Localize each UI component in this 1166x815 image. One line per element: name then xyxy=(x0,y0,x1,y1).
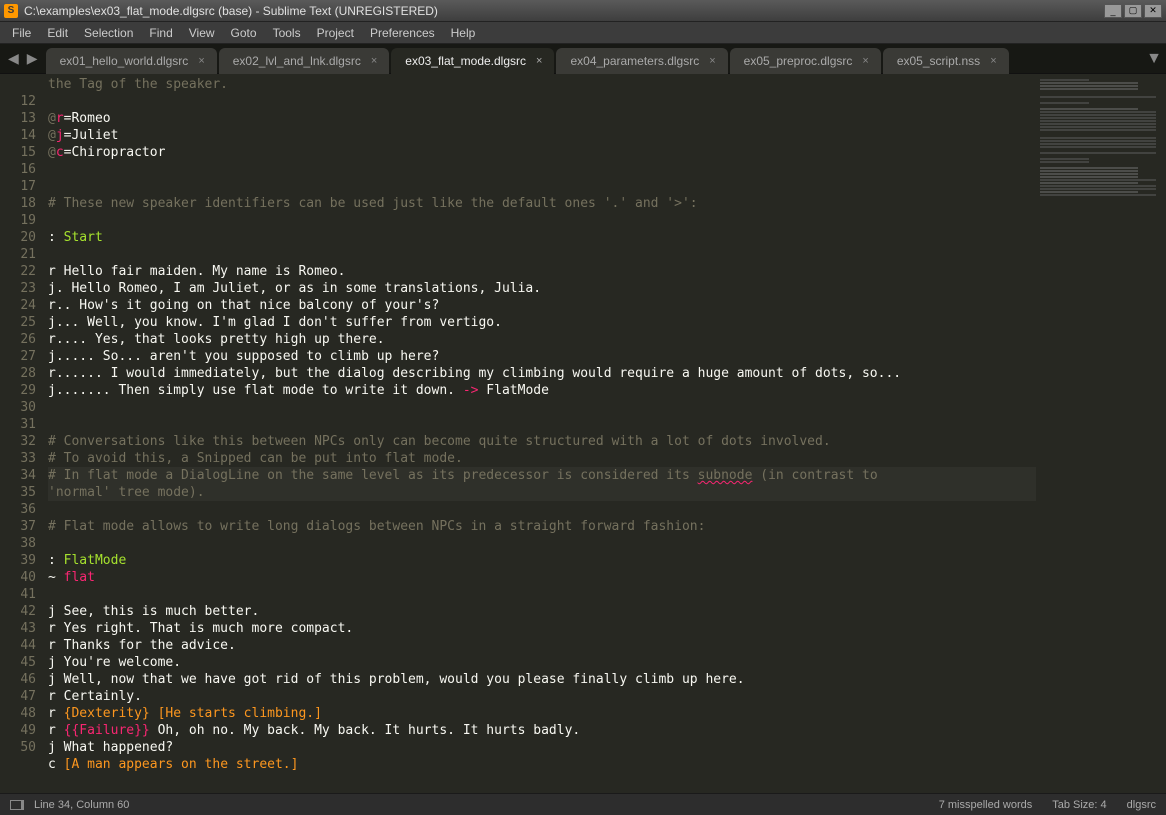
line-gutter: 1213141516171819202122232425262728293031… xyxy=(0,74,48,793)
nav-back-icon[interactable]: ◀ xyxy=(8,50,19,67)
tab-label: ex05_preproc.dlgsrc xyxy=(744,54,853,68)
tab-ex04-parameters-dlgsrc[interactable]: ex04_parameters.dlgsrc × xyxy=(556,48,727,74)
tab-close-icon[interactable]: × xyxy=(536,55,542,67)
tab-ex02-lvl-and-lnk-dlgsrc[interactable]: ex02_lvl_and_lnk.dlgsrc × xyxy=(219,48,390,74)
menu-help[interactable]: Help xyxy=(443,26,484,40)
tab-bar: ◀ ▶ ex01_hello_world.dlgsrc×ex02_lvl_and… xyxy=(0,44,1166,74)
tab-ex03-flat-mode-dlgsrc[interactable]: ex03_flat_mode.dlgsrc × xyxy=(391,48,554,74)
menu-selection[interactable]: Selection xyxy=(76,26,141,40)
tab-size[interactable]: Tab Size: 4 xyxy=(1052,799,1106,811)
panel-switch-icon[interactable] xyxy=(10,800,24,810)
syntax-mode[interactable]: dlgsrc xyxy=(1127,799,1156,811)
cursor-position: Line 34, Column 60 xyxy=(34,799,129,811)
tab-close-icon[interactable]: × xyxy=(709,55,715,67)
tab-close-icon[interactable]: × xyxy=(198,55,204,67)
app-icon: S xyxy=(4,4,18,18)
spell-status[interactable]: 7 misspelled words xyxy=(939,799,1033,811)
tab-label: ex01_hello_world.dlgsrc xyxy=(60,54,189,68)
status-bar: Line 34, Column 60 7 misspelled words Ta… xyxy=(0,793,1166,815)
menu-preferences[interactable]: Preferences xyxy=(362,26,443,40)
tab-ex05-script-nss[interactable]: ex05_script.nss × xyxy=(883,48,1009,74)
menu-project[interactable]: Project xyxy=(309,26,362,40)
menu-find[interactable]: Find xyxy=(141,26,180,40)
tab-label: ex05_script.nss xyxy=(897,54,980,68)
tab-ex01-hello-world-dlgsrc[interactable]: ex01_hello_world.dlgsrc × xyxy=(46,48,217,74)
tab-label: ex02_lvl_and_lnk.dlgsrc xyxy=(233,54,361,68)
tab-label: ex04_parameters.dlgsrc xyxy=(570,54,699,68)
maximize-button[interactable]: ▢ xyxy=(1124,4,1142,18)
window-titlebar: S C:\examples\ex03_flat_mode.dlgsrc (bas… xyxy=(0,0,1166,22)
nav-forward-icon[interactable]: ▶ xyxy=(27,50,38,67)
window-title: C:\examples\ex03_flat_mode.dlgsrc (base)… xyxy=(24,4,1102,18)
minimize-button[interactable]: _ xyxy=(1104,4,1122,18)
menu-tools[interactable]: Tools xyxy=(265,26,309,40)
tab-label: ex03_flat_mode.dlgsrc xyxy=(405,54,526,68)
editor-area: 1213141516171819202122232425262728293031… xyxy=(0,74,1166,793)
tab-close-icon[interactable]: × xyxy=(371,55,377,67)
tab-close-icon[interactable]: × xyxy=(990,55,996,67)
menu-view[interactable]: View xyxy=(181,26,223,40)
menu-file[interactable]: File xyxy=(4,26,39,40)
tab-close-icon[interactable]: × xyxy=(862,55,868,67)
menu-bar: File Edit Selection Find View Goto Tools… xyxy=(0,22,1166,44)
menu-goto[interactable]: Goto xyxy=(223,26,265,40)
minimap[interactable] xyxy=(1036,74,1166,793)
close-button[interactable]: ✕ xyxy=(1144,4,1162,18)
menu-edit[interactable]: Edit xyxy=(39,26,76,40)
tab-ex05-preproc-dlgsrc[interactable]: ex05_preproc.dlgsrc × xyxy=(730,48,881,74)
tab-overflow-icon[interactable]: ▼ xyxy=(1142,44,1166,73)
code-editor[interactable]: the Tag of the speaker.@r=Romeo@j=Juliet… xyxy=(48,74,1036,793)
